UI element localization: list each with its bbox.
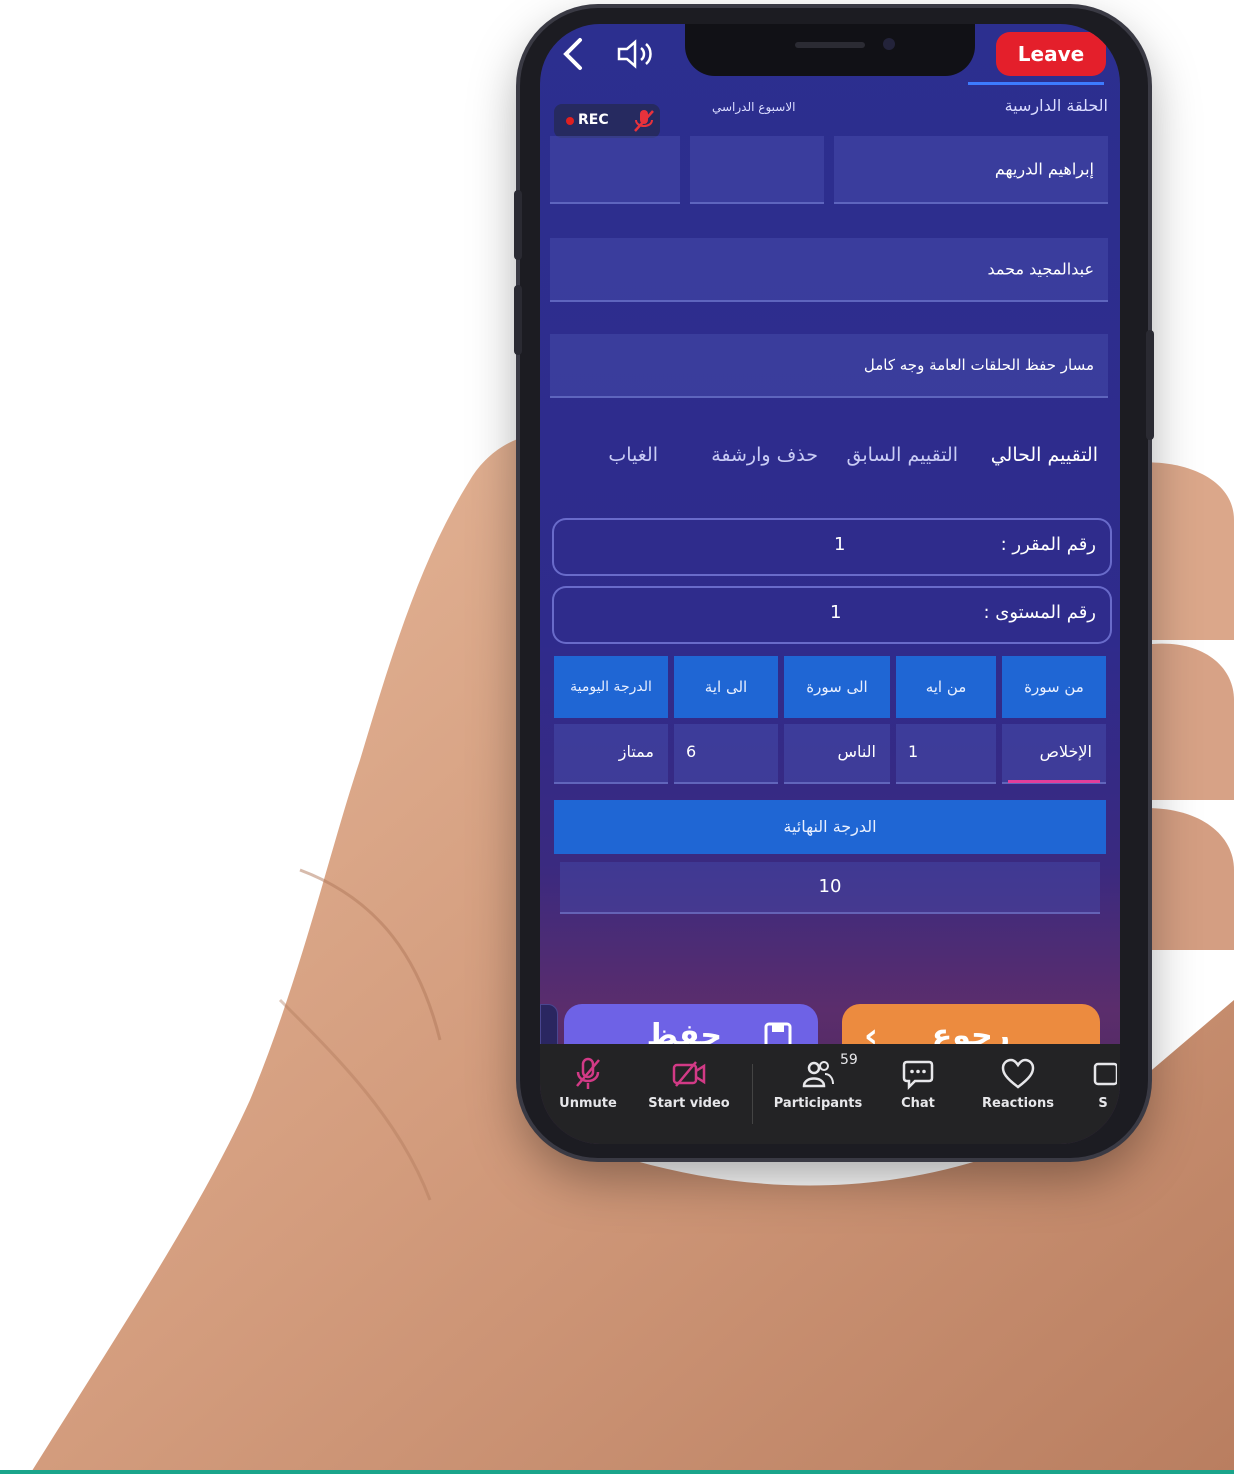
start-video-label: Start video — [648, 1096, 730, 1111]
share-label: S — [1098, 1096, 1108, 1111]
heart-icon — [1001, 1058, 1035, 1089]
share-screen-icon — [1093, 1062, 1117, 1086]
level-number-value: 1 — [830, 602, 842, 623]
from-surah-field[interactable]: الإخلاص — [1002, 724, 1106, 784]
phone-screen: Leave REC الحلقة الدارسية الاسبوع الدراس… — [540, 24, 1120, 1144]
leave-button[interactable]: Leave — [996, 32, 1106, 76]
notch — [685, 24, 975, 76]
tab-current-evaluation[interactable]: التقييم الحالي — [991, 444, 1098, 466]
rec-label: REC — [578, 112, 609, 128]
bottom-accent-strip — [0, 1470, 1234, 1474]
week-label: الاسبوع الدراسي — [712, 100, 796, 114]
participants-label: Participants — [773, 1096, 863, 1111]
reactions-button[interactable]: Reactions — [976, 1056, 1060, 1111]
to-surah-value: الناس — [837, 742, 876, 761]
from-ayah-value: 1 — [908, 742, 919, 761]
from-surah-value: الإخلاص — [1039, 742, 1092, 761]
front-camera — [883, 38, 895, 50]
final-grade-value[interactable]: 10 — [560, 862, 1100, 914]
circle-label: الحلقة الدارسية — [1004, 96, 1108, 115]
grid-header-to-ayah: الى اية — [674, 656, 778, 718]
level-number-label: رقم المستوى : — [983, 602, 1096, 623]
to-ayah-value: 6 — [686, 742, 697, 761]
toolbar-divider — [752, 1064, 753, 1124]
earpiece — [795, 42, 865, 48]
recording-badge: REC — [554, 104, 660, 138]
record-dot-icon — [566, 117, 574, 125]
grid-header-daily-grade: الدرجة اليومية — [554, 656, 668, 718]
tab-previous-evaluation[interactable]: التقييم السابق — [846, 444, 958, 466]
meeting-toolbar: Unmute Start video Participants 59 Chat … — [540, 1044, 1120, 1144]
chat-button[interactable]: Chat — [892, 1056, 944, 1111]
to-ayah-field[interactable]: 6 — [674, 724, 778, 784]
teacher-name-field[interactable]: إبراهيم الدريهم — [834, 136, 1108, 204]
header-field-empty[interactable] — [550, 136, 680, 204]
start-video-button[interactable]: Start video — [644, 1056, 734, 1111]
tab-absence[interactable]: الغياب — [608, 444, 658, 466]
active-tab-indicator — [968, 82, 1104, 85]
track-name: مسار حفظ الحلقات العامة وجه كامل — [863, 356, 1094, 374]
header-field-empty[interactable] — [690, 136, 824, 204]
volume-button — [514, 190, 522, 260]
course-number-label: رقم المقرر : — [1000, 534, 1096, 555]
grid-header-from-surah: من سورة — [1002, 656, 1106, 718]
final-grade-header: الدرجة النهائية — [554, 800, 1106, 854]
tab-delete-archive[interactable]: حذف وارشفة — [711, 444, 818, 466]
course-number-box[interactable]: رقم المقرر : 1 — [552, 518, 1112, 576]
unmute-label: Unmute — [559, 1096, 617, 1111]
tab-bar: التقييم الحالي التقييم السابق حذف وارشفة… — [560, 432, 1108, 492]
share-button[interactable]: S — [1088, 1056, 1118, 1111]
daily-grade-field[interactable]: ممتاز — [554, 724, 668, 784]
power-button — [1146, 330, 1154, 440]
student-name-field[interactable]: عبدالمجيد محمد — [550, 238, 1108, 302]
track-field[interactable]: مسار حفظ الحلقات العامة وجه كامل — [550, 334, 1108, 398]
participants-icon — [802, 1061, 834, 1088]
to-surah-field[interactable]: الناس — [784, 724, 890, 784]
back-arrow-icon[interactable] — [558, 34, 588, 74]
participants-count: 59 — [840, 1052, 858, 1068]
video-camera-off-icon — [672, 1061, 706, 1087]
muted-mic-icon — [632, 108, 656, 134]
focus-underline — [1008, 780, 1100, 783]
chat-icon — [902, 1060, 934, 1091]
chat-label: Chat — [901, 1096, 935, 1111]
student-name: عبدالمجيد محمد — [987, 259, 1094, 279]
teacher-name: إبراهيم الدريهم — [994, 159, 1094, 179]
daily-grade-value: ممتاز — [618, 742, 654, 761]
volume-button — [514, 285, 522, 355]
from-ayah-field[interactable]: 1 — [896, 724, 996, 784]
reactions-label: Reactions — [982, 1096, 1054, 1111]
grid-header-to-surah: الى سورة — [784, 656, 890, 718]
course-number-value: 1 — [834, 534, 846, 555]
muted-mic-icon — [576, 1057, 600, 1089]
unmute-button[interactable]: Unmute — [556, 1056, 620, 1111]
level-number-box[interactable]: رقم المستوى : 1 — [552, 586, 1112, 644]
speaker-icon[interactable] — [615, 38, 657, 70]
grid-header-from-ayah: من ايه — [896, 656, 996, 718]
